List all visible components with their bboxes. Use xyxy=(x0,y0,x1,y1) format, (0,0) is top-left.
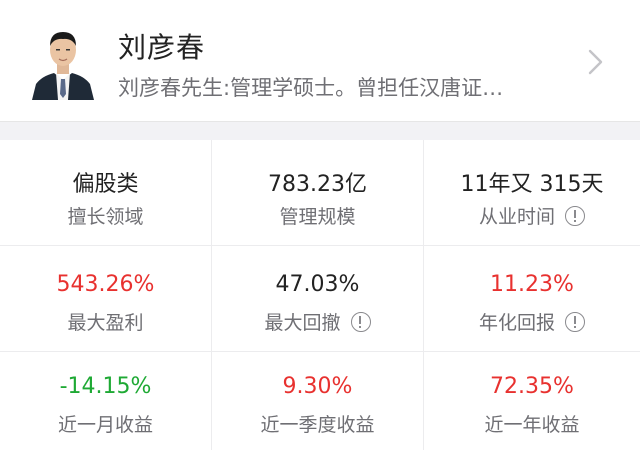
stat-label: 近一年收益 xyxy=(484,414,580,436)
stat-label: 最大盈利 xyxy=(67,312,144,334)
stat-value: 783.23亿 xyxy=(268,172,367,197)
stat-cell: 9.30% 近一季度收益 xyxy=(212,352,424,450)
stat-cell: 543.26% 最大盈利 xyxy=(0,246,212,352)
info-icon[interactable] xyxy=(565,205,585,226)
stat-label: 从业时间 xyxy=(478,206,555,228)
stat-label: 年化回报 xyxy=(478,312,555,334)
info-icon[interactable] xyxy=(565,311,585,332)
stat-value: 9.30% xyxy=(282,374,353,399)
info-icon[interactable] xyxy=(350,311,371,332)
stat-label: 近一月收益 xyxy=(57,414,153,436)
chevron-right-icon[interactable] xyxy=(583,47,607,77)
stat-cell: 72.35% 近一年收益 xyxy=(424,352,640,450)
stat-value: 11.23% xyxy=(490,272,574,297)
stat-value: 11年又 315天 xyxy=(460,172,604,197)
manager-name: 刘彦春 xyxy=(118,31,206,64)
stat-value: -14.15% xyxy=(59,374,152,399)
stat-label: 近一季度收益 xyxy=(260,414,375,436)
stat-cell: 11.23% 年化回报 xyxy=(424,246,640,352)
stat-cell: 11年又 315天 从业时间 xyxy=(424,140,640,246)
stat-label: 最大回撤 xyxy=(264,312,341,334)
stat-label: 管理规模 xyxy=(279,206,356,228)
manager-profile-card[interactable]: 刘彦春 刘彦春先生:管理学硕士。曾担任汉唐证… xyxy=(0,0,640,122)
manager-stats-grid: 偏股类 擅长领域 783.23亿 管理规模 11年又 315天 从业时间 543… xyxy=(0,140,640,450)
manager-portrait-icon xyxy=(28,22,98,100)
manager-bio: 刘彦春先生:管理学硕士。曾担任汉唐证… xyxy=(118,76,504,100)
stat-value: 47.03% xyxy=(275,272,360,297)
stat-cell: -14.15% 近一月收益 xyxy=(0,352,212,450)
stat-cell: 偏股类 擅长领域 xyxy=(0,140,212,246)
stat-cell: 783.23亿 管理规模 xyxy=(212,140,424,246)
stat-value: 偏股类 xyxy=(72,172,139,197)
stat-label: 擅长领域 xyxy=(67,206,144,228)
manager-avatar xyxy=(28,22,98,100)
stat-cell: 47.03% 最大回撤 xyxy=(212,246,424,352)
stat-value: 72.35% xyxy=(490,374,574,399)
stat-value: 543.26% xyxy=(56,272,155,297)
